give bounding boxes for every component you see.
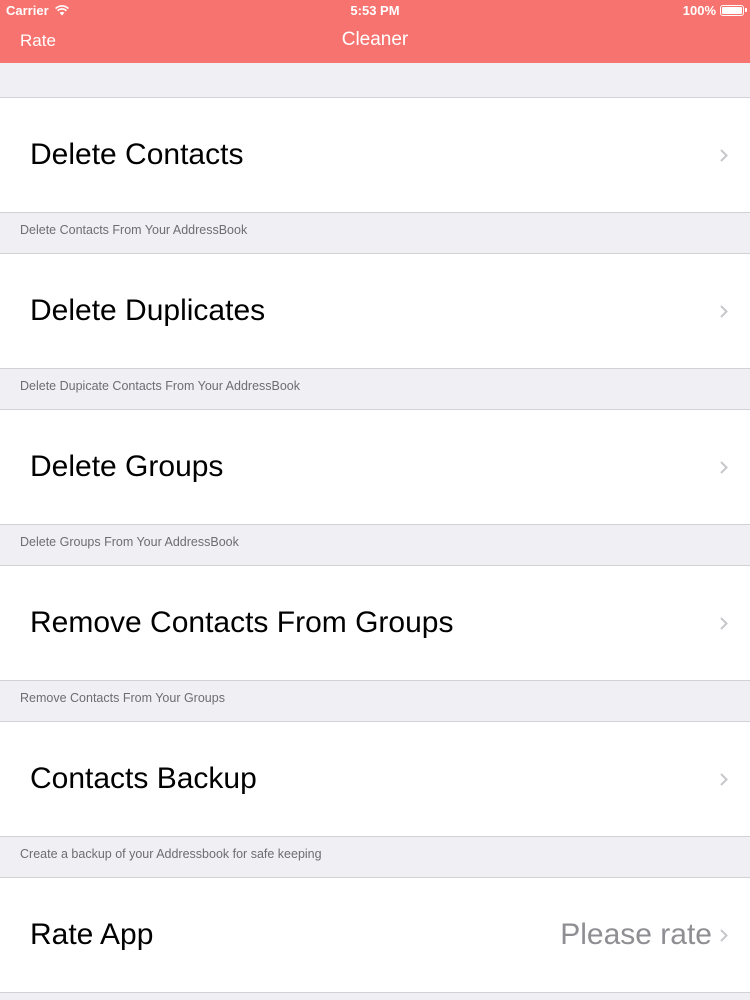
section-footer: Create a backup of your Addressbook for … xyxy=(0,837,750,877)
chevron-right-icon xyxy=(720,617,728,630)
footer-text: Delete Contacts From Your AddressBook xyxy=(20,223,248,237)
section-footer: Remove Contacts From Your Groups xyxy=(0,681,750,721)
status-time: 5:53 PM xyxy=(350,3,400,18)
row-title: Delete Groups xyxy=(30,450,224,483)
footer-text: Delete Dupicate Contacts From Your Addre… xyxy=(20,379,301,393)
footer-text: Remove Contacts From Your Groups xyxy=(20,691,225,705)
row-title: Delete Contacts xyxy=(30,138,244,171)
chevron-right-icon xyxy=(720,773,728,786)
section-footer: Delete Contacts From Your AddressBook xyxy=(0,213,750,253)
chevron-right-icon xyxy=(720,149,728,162)
row-remove-contacts-from-groups[interactable]: Remove Contacts From Groups xyxy=(0,565,750,681)
row-title: Contacts Backup xyxy=(30,762,257,795)
chevron-right-icon xyxy=(720,461,728,474)
footer-text: Delete Groups From Your AddressBook xyxy=(20,535,239,549)
chevron-right-icon xyxy=(720,929,728,942)
row-delete-contacts[interactable]: Delete Contacts xyxy=(0,97,750,213)
row-title: Delete Duplicates xyxy=(30,294,266,327)
nav-title: Cleaner xyxy=(341,29,409,50)
section-footer: Delete Groups From Your AddressBook xyxy=(0,525,750,565)
section-footer: Delete Dupicate Contacts From Your Addre… xyxy=(0,369,750,409)
row-contacts-backup[interactable]: Contacts Backup xyxy=(0,721,750,837)
battery-icon xyxy=(720,5,747,16)
navigation-header: Carrier 5:53 PM 100% Rate Cleaner xyxy=(0,0,750,63)
row-delete-groups[interactable]: Delete Groups xyxy=(0,409,750,525)
row-delete-duplicates[interactable]: Delete Duplicates xyxy=(0,253,750,369)
status-bar: Carrier 5:53 PM 100% xyxy=(0,0,750,21)
row-rate-app[interactable]: Rate App Please rate xyxy=(0,877,750,993)
row-title: Remove Contacts From Groups xyxy=(30,606,454,639)
battery-percentage: 100% xyxy=(682,3,716,18)
settings-list: Delete Contacts Delete Contacts From You… xyxy=(0,97,750,993)
chevron-right-icon xyxy=(720,305,728,318)
status-right: 100% xyxy=(682,3,747,18)
footer-text: Create a backup of your Addressbook for … xyxy=(20,847,322,861)
row-detail: Please rate xyxy=(560,918,712,951)
row-title: Rate App xyxy=(30,918,154,951)
